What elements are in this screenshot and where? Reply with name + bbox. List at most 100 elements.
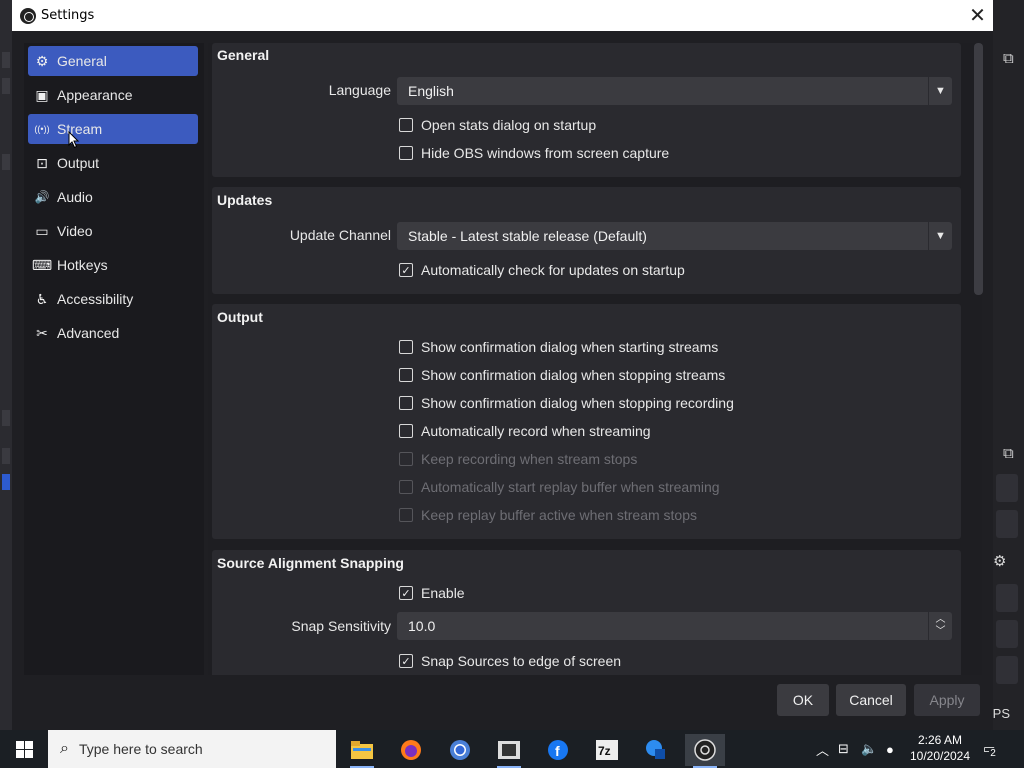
- search-icon: ⌕: [60, 740, 69, 757]
- snap-sensitivity-value: 10.0: [408, 618, 436, 634]
- chevron-down-icon[interactable]: ﹀: [936, 626, 946, 638]
- update-channel-select[interactable]: Stable - Latest stable release (Default)…: [397, 222, 952, 250]
- sidebar-item-output[interactable]: ⊡ Output: [28, 148, 198, 178]
- spin-arrows-icon[interactable]: ︿ ﹀: [928, 612, 952, 640]
- file-explorer-icon[interactable]: [342, 734, 382, 768]
- sidebar-item-label: Output: [57, 155, 100, 171]
- 7zip-icon[interactable]: 7z: [587, 734, 627, 766]
- sidebar-item-label: Video: [57, 223, 93, 239]
- close-icon[interactable]: ✕: [962, 0, 993, 31]
- settings-sidebar: ⚙ General ▣ Appearance ((•)) Stream ⊡ Ou…: [24, 43, 204, 675]
- sidebar-item-general[interactable]: ⚙ General: [28, 46, 198, 76]
- search-placeholder: Type here to search: [78, 741, 203, 757]
- taskbar-clock[interactable]: 2:26 AM 10/20/2024: [905, 732, 975, 764]
- checkbox-label: Show confirmation dialog when starting s…: [421, 339, 719, 355]
- group-title-updates: Updates: [217, 192, 273, 208]
- sidebar-item-label: Appearance: [57, 87, 133, 103]
- checkbox-box: [399, 368, 413, 382]
- update-channel-label: Update Channel: [289, 227, 391, 243]
- settings-dialog: Settings ✕ ⚙ General ▣ Appearance ((•)) …: [12, 0, 993, 730]
- keyboard-icon: ⌨: [31, 256, 53, 273]
- sidebar-item-label: Advanced: [57, 325, 120, 341]
- taskbar: ⌕ Type here to search f 7z ︿ ⊟ 🔈 ● 2:26 …: [0, 730, 1024, 768]
- chrome-icon[interactable]: [440, 734, 480, 766]
- output-icon: ⊡: [36, 154, 48, 171]
- sidebar-item-video[interactable]: ▭ Video: [28, 216, 198, 246]
- language-label: Language: [328, 82, 391, 98]
- window-title: Settings: [41, 8, 95, 23]
- sidebar-item-stream[interactable]: ((•)) Stream: [28, 114, 198, 144]
- chevron-up-icon[interactable]: ︿: [936, 614, 946, 626]
- gear-icon[interactable]: ⚙: [993, 552, 1006, 570]
- checkbox-label: Snap Sources to edge of screen: [421, 653, 622, 669]
- video-editor-icon[interactable]: [489, 734, 529, 768]
- monitor-icon: ▭: [35, 222, 49, 239]
- checkbox-box: [399, 508, 413, 522]
- checkbox-label: Hide OBS windows from screen capture: [421, 145, 670, 161]
- appearance-icon: ▣: [35, 86, 49, 103]
- apply-button[interactable]: Apply: [914, 684, 980, 716]
- hide-obs-checkbox[interactable]: Hide OBS windows from screen capture: [399, 145, 669, 161]
- cancel-button[interactable]: Cancel: [836, 684, 906, 716]
- auto-check-updates-checkbox[interactable]: ✓ Automatically check for updates on sta…: [399, 262, 685, 278]
- group-title-snapping: Source Alignment Snapping: [217, 555, 404, 571]
- checkbox-label: Show confirmation dialog when stopping r…: [421, 395, 734, 411]
- checkbox-label: Automatically start replay buffer when s…: [421, 479, 720, 495]
- sidebar-item-label: Audio: [57, 189, 93, 205]
- checkbox-label: Automatically check for updates on start…: [421, 262, 685, 278]
- background-ps-label: PS: [992, 706, 1010, 721]
- notification-count: 2: [989, 747, 997, 759]
- sidebar-item-appearance[interactable]: ▣ Appearance: [28, 80, 198, 110]
- network-icon[interactable]: ⊟: [838, 730, 849, 768]
- sidebar-item-accessibility[interactable]: ♿ Accessibility: [28, 284, 198, 314]
- firefox-icon[interactable]: [391, 734, 431, 766]
- sidebar-item-label: Hotkeys: [57, 257, 108, 273]
- checkbox-box: ✓: [399, 586, 413, 600]
- settings-content: General Language English ▼ Open stats di…: [208, 43, 982, 675]
- svg-text:f: f: [555, 743, 560, 759]
- microphone-icon[interactable]: ●: [886, 730, 894, 768]
- gear-icon: ⚙: [35, 52, 49, 69]
- content-scrollbar[interactable]: [972, 43, 986, 675]
- auto-record-checkbox[interactable]: Automatically record when streaming: [399, 423, 651, 439]
- checkbox-label: Open stats dialog on startup: [421, 117, 597, 133]
- confirm-stop-recording-checkbox[interactable]: Show confirmation dialog when stopping r…: [399, 395, 734, 411]
- clock-time: 2:26 AM: [917, 733, 963, 747]
- wrench-icon: ✂: [36, 324, 48, 341]
- obs-taskbar-icon[interactable]: [685, 734, 725, 768]
- sidebar-item-advanced[interactable]: ✂ Advanced: [28, 318, 198, 348]
- taskbar-search-box[interactable]: ⌕ Type here to search: [48, 730, 336, 768]
- volume-icon[interactable]: 🔈: [861, 730, 877, 768]
- start-button[interactable]: [0, 730, 48, 768]
- ok-button[interactable]: OK: [777, 684, 829, 716]
- confirm-stop-stream-checkbox[interactable]: Show confirmation dialog when stopping s…: [399, 367, 725, 383]
- mouse-cursor-icon: [68, 131, 80, 149]
- dock-icon-2[interactable]: ⧉: [1003, 445, 1014, 462]
- windows-icon: [15, 740, 33, 758]
- clock-date: 10/20/2024: [909, 749, 971, 763]
- snap-sensitivity-label: Snap Sensitivity: [291, 618, 391, 634]
- dock-icon[interactable]: ⧉: [1003, 50, 1014, 67]
- checkbox-label: Automatically record when streaming: [421, 423, 651, 439]
- language-select[interactable]: English ▼: [397, 77, 952, 105]
- snap-sensitivity-spinbox[interactable]: 10.0 ︿ ﹀: [397, 612, 952, 640]
- facebook-icon[interactable]: f: [538, 734, 578, 766]
- snap-edge-checkbox[interactable]: ✓ Snap Sources to edge of screen: [399, 653, 621, 669]
- sidebar-item-hotkeys[interactable]: ⌨ Hotkeys: [28, 250, 198, 280]
- checkbox-label: Show confirmation dialog when stopping s…: [421, 367, 726, 383]
- show-hidden-icons[interactable]: ︿: [816, 730, 829, 768]
- svg-text:7z: 7z: [598, 744, 611, 758]
- auto-replay-buffer-checkbox: Automatically start replay buffer when s…: [399, 479, 720, 495]
- notification-center[interactable]: ▭ 2: [983, 730, 997, 768]
- general-group: General Language English ▼ Open stats di…: [212, 43, 961, 177]
- scrollbar-thumb[interactable]: [974, 43, 983, 295]
- sidebar-item-audio[interactable]: 🔊 Audio: [28, 182, 198, 212]
- open-stats-checkbox[interactable]: Open stats dialog on startup: [399, 117, 596, 133]
- keep-replay-buffer-checkbox: Keep replay buffer active when stream st…: [399, 507, 697, 523]
- checkbox-box: [399, 396, 413, 410]
- help-icon[interactable]: [636, 734, 676, 766]
- accessibility-icon: ♿: [35, 290, 49, 307]
- background-window-left: [0, 0, 12, 730]
- confirm-start-stream-checkbox[interactable]: Show confirmation dialog when starting s…: [399, 339, 718, 355]
- snapping-enable-checkbox[interactable]: ✓ Enable: [399, 585, 465, 601]
